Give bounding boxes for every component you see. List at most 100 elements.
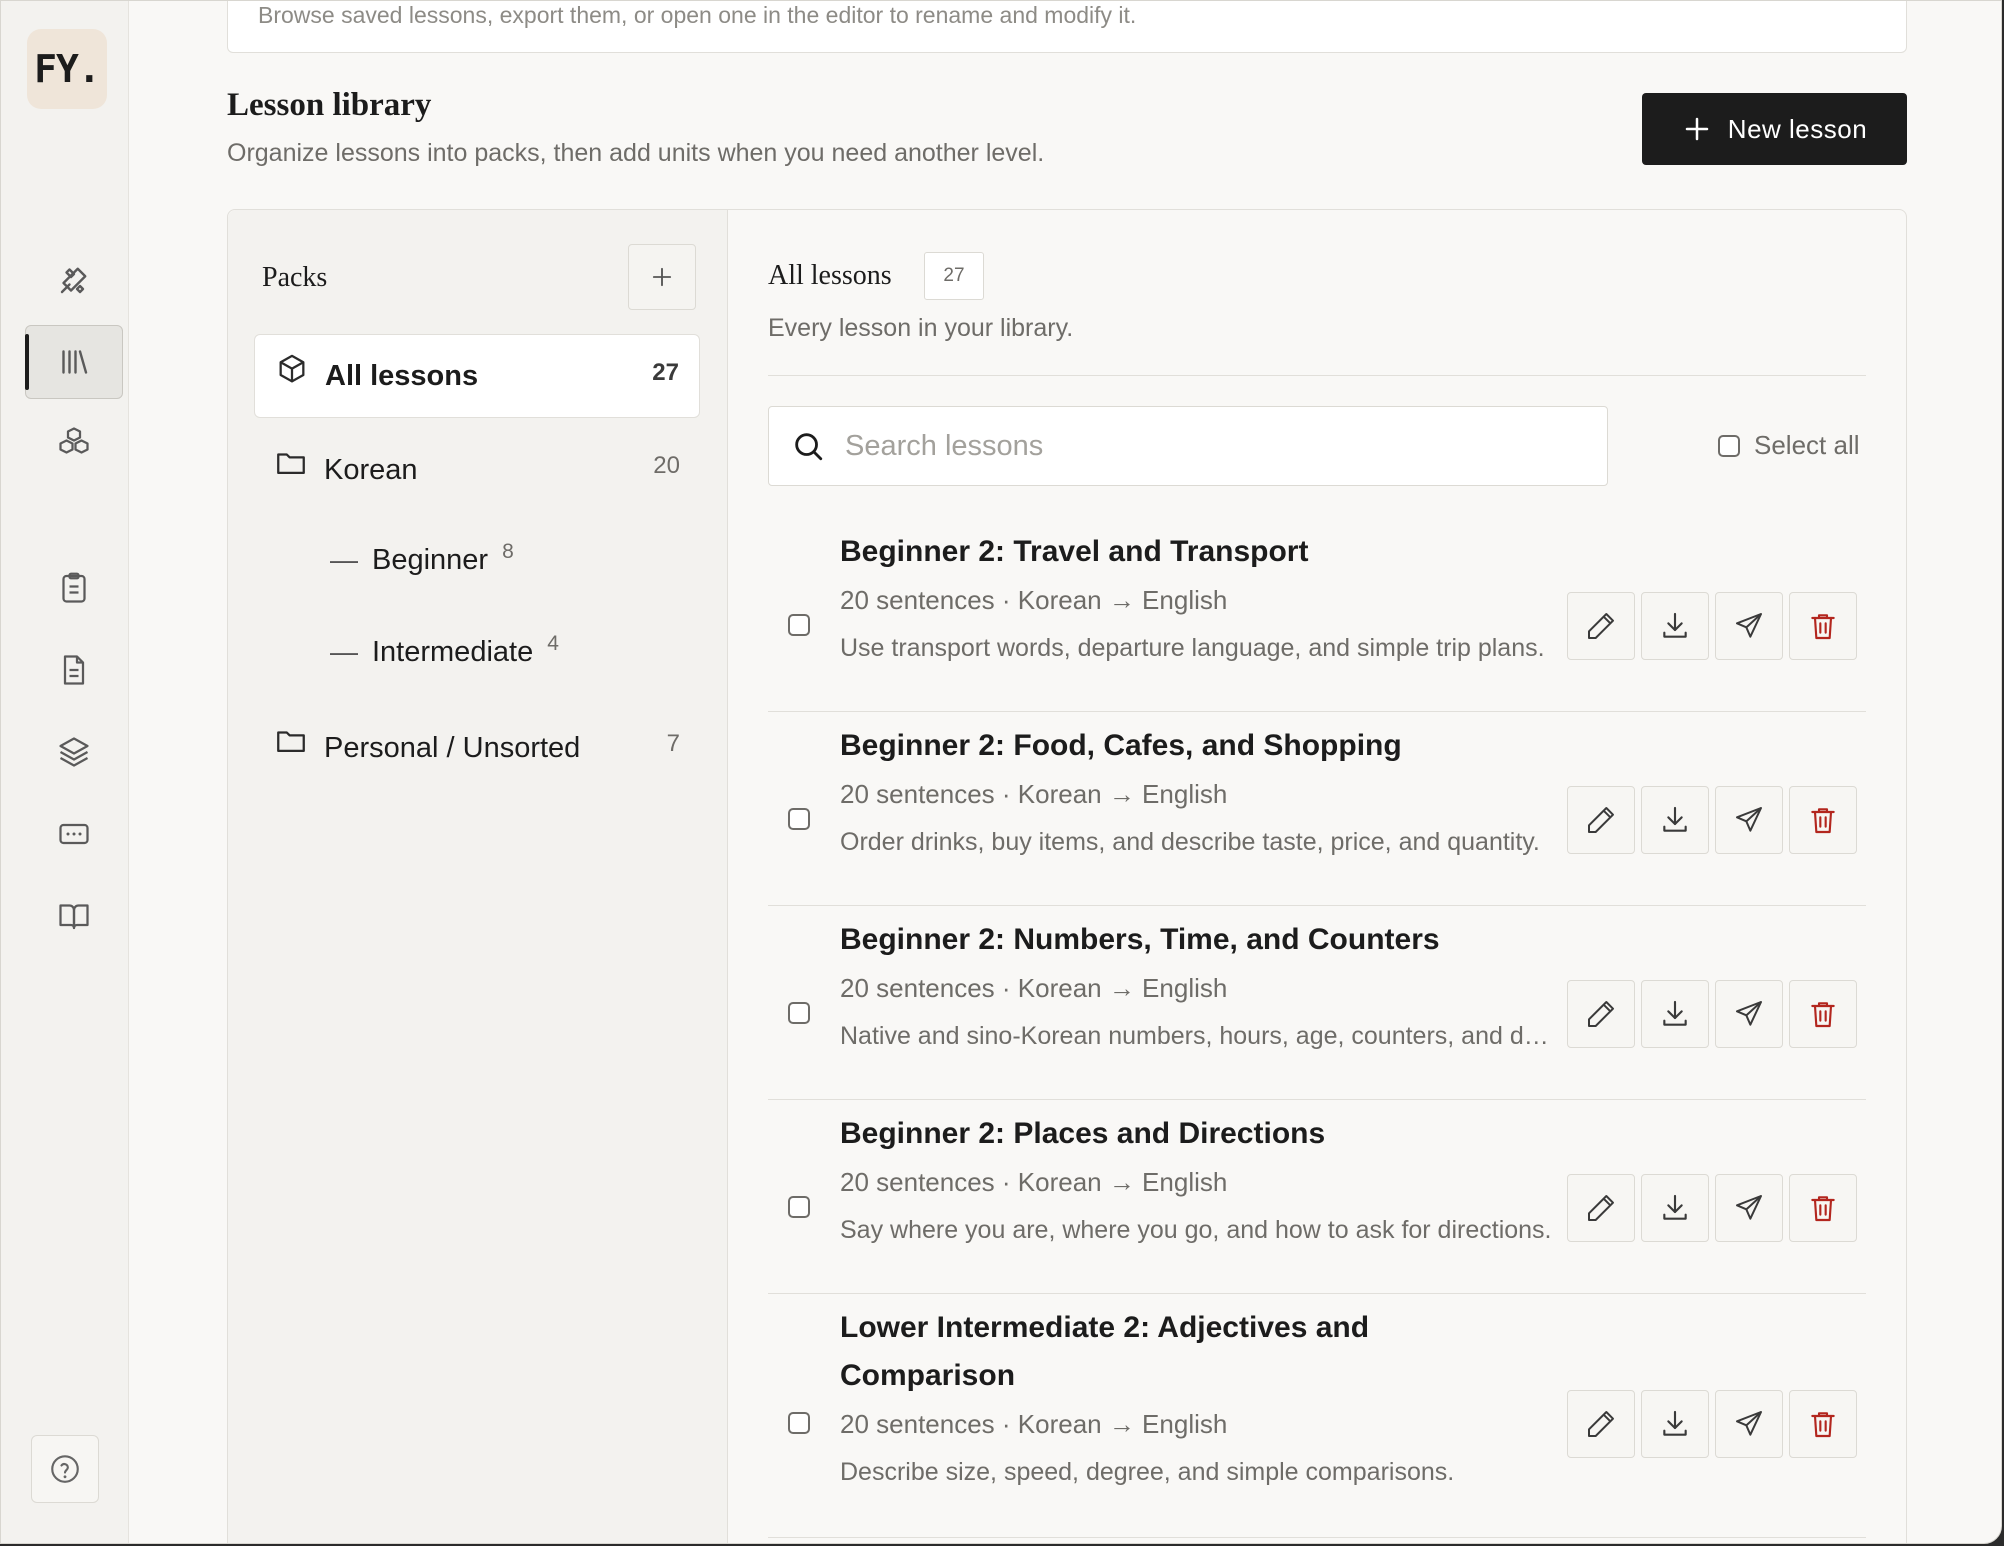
- lesson-checkbox[interactable]: [788, 1002, 810, 1024]
- rail-book-button[interactable]: [25, 879, 123, 953]
- lesson-row[interactable]: Beginner 2: Food, Cafes, and Shopping 20…: [768, 712, 1866, 906]
- send-lesson-button[interactable]: [1715, 1174, 1783, 1242]
- rail-layers-button[interactable]: [25, 715, 123, 789]
- lesson-actions: [1567, 592, 1857, 660]
- lesson-actions: [1567, 980, 1857, 1048]
- lesson-description: Say where you are, where you go, and how…: [840, 1216, 1552, 1244]
- send-icon: [1736, 1195, 1762, 1220]
- send-icon: [1736, 1411, 1762, 1436]
- lesson-description: Describe size, speed, degree, and simple…: [840, 1458, 1455, 1486]
- lesson-row[interactable]: Beginner 2: Numbers, Time, and Counters …: [768, 906, 1866, 1100]
- lesson-meta: 20 sentences · Korean → English: [840, 585, 1228, 615]
- unit-item-intermediate[interactable]: — Intermediate 4: [330, 632, 559, 686]
- trash-icon: [1811, 614, 1835, 640]
- nav-rail: FY.: [1, 1, 129, 1543]
- rail-tools-button[interactable]: [25, 243, 123, 317]
- folder-icon: [274, 724, 308, 758]
- download-icon: [1663, 612, 1687, 638]
- lesson-actions: [1567, 1174, 1857, 1242]
- lesson-title[interactable]: Beginner 2: Travel and Transport: [840, 528, 1560, 576]
- export-lesson-button[interactable]: [1641, 786, 1709, 854]
- help-button[interactable]: [31, 1435, 99, 1503]
- pack-label: Personal / Unsorted: [324, 731, 581, 764]
- search-input[interactable]: [845, 429, 1607, 463]
- trash-icon: [1811, 808, 1835, 834]
- export-lesson-button[interactable]: [1641, 980, 1709, 1048]
- unit-count: 8: [502, 540, 514, 563]
- lesson-title[interactable]: Beginner 2: Numbers, Time, and Counters: [840, 916, 1560, 964]
- unit-item-beginner[interactable]: — Beginner 8: [330, 540, 514, 594]
- select-all-checkbox[interactable]: [1718, 434, 1740, 457]
- delete-lesson-button[interactable]: [1789, 592, 1857, 660]
- pack-item-korean[interactable]: Korean 20: [254, 428, 700, 512]
- lesson-checkbox[interactable]: [788, 808, 810, 830]
- lesson-title[interactable]: Beginner 2: Food, Cafes, and Shopping: [840, 722, 1560, 770]
- edit-lesson-button[interactable]: [1567, 592, 1635, 660]
- delete-lesson-button[interactable]: [1789, 1174, 1857, 1242]
- search-box[interactable]: [768, 406, 1608, 486]
- send-icon: [1736, 613, 1762, 638]
- rail-document-button[interactable]: [25, 633, 123, 707]
- send-lesson-button[interactable]: [1715, 1390, 1783, 1458]
- pencil-icon: [1588, 613, 1614, 639]
- edit-lesson-button[interactable]: [1567, 1390, 1635, 1458]
- export-lesson-button[interactable]: [1641, 1390, 1709, 1458]
- delete-lesson-button[interactable]: [1789, 1390, 1857, 1458]
- edit-lesson-button[interactable]: [1567, 786, 1635, 854]
- select-all-label: Select all: [1754, 430, 1860, 460]
- send-lesson-button[interactable]: [1715, 786, 1783, 854]
- library-icon: [62, 350, 88, 374]
- tools-icon: [60, 267, 87, 294]
- lesson-checkbox[interactable]: [788, 1196, 810, 1218]
- send-icon: [1736, 807, 1762, 832]
- lesson-info: Lower Intermediate 2: Adjectives and Com…: [840, 1304, 1480, 1496]
- unit-count: 4: [547, 632, 559, 655]
- lessons-count-badge: 27: [924, 252, 984, 300]
- lesson-row[interactable]: Beginner 2: Travel and Transport 20 sent…: [768, 516, 1866, 712]
- send-lesson-button[interactable]: [1715, 592, 1783, 660]
- delete-lesson-button[interactable]: [1789, 980, 1857, 1048]
- new-lesson-button[interactable]: New lesson: [1642, 93, 1907, 165]
- export-lesson-button[interactable]: [1641, 1174, 1709, 1242]
- unit-dash: —: [330, 544, 358, 575]
- new-lesson-label: New lesson: [1727, 113, 1868, 144]
- rail-keyboard-button[interactable]: [25, 797, 123, 871]
- lesson-info: Beginner 2: Places and Directions 20 sen…: [840, 1110, 1560, 1254]
- rail-clipboard-button[interactable]: [25, 551, 123, 625]
- page-title: Lesson library: [227, 87, 432, 123]
- lesson-row[interactable]: Lower Intermediate 2: Adjectives and Com…: [768, 1294, 1866, 1538]
- packs-sidebar: Packs All lessons 27 Korean 20 — Beginne…: [228, 210, 728, 1543]
- lessons-section: All lessons 27 Every lesson in your libr…: [728, 210, 1908, 1543]
- lesson-meta: 20 sentences · Korean → English: [840, 779, 1228, 809]
- pencil-icon: [1588, 1001, 1614, 1027]
- send-lesson-button[interactable]: [1715, 980, 1783, 1048]
- pack-item-personal-unsorted[interactable]: Personal / Unsorted 7: [254, 706, 700, 790]
- lessons-subtitle: Every lesson in your library.: [768, 314, 1074, 342]
- lesson-title[interactable]: Beginner 2: Places and Directions: [840, 1110, 1560, 1158]
- pack-item-all-lessons[interactable]: All lessons 27: [254, 334, 700, 418]
- pencil-icon: [1588, 1411, 1614, 1437]
- unit-label: Beginner: [372, 544, 489, 576]
- select-all-toggle[interactable]: Select all: [1718, 430, 1860, 461]
- rail-boxes-button[interactable]: [25, 405, 123, 479]
- edit-lesson-button[interactable]: [1567, 1174, 1635, 1242]
- clipboard-icon: [62, 572, 86, 603]
- pencil-icon: [1588, 1195, 1614, 1221]
- lesson-info: Beginner 2: Numbers, Time, and Counters …: [840, 916, 1560, 1060]
- export-lesson-button[interactable]: [1641, 592, 1709, 660]
- lesson-checkbox[interactable]: [788, 614, 810, 636]
- app-logo[interactable]: FY.: [27, 29, 107, 109]
- lesson-title[interactable]: Lower Intermediate 2: Adjectives and Com…: [840, 1304, 1480, 1400]
- trash-icon: [1811, 1412, 1835, 1438]
- lesson-checkbox[interactable]: [788, 1412, 810, 1434]
- delete-lesson-button[interactable]: [1789, 786, 1857, 854]
- lesson-actions: [1567, 1390, 1857, 1458]
- rail-library-button[interactable]: [25, 325, 123, 399]
- lesson-row[interactable]: Beginner 2: Places and Directions 20 sen…: [768, 1100, 1866, 1294]
- lesson-meta: 20 sentences · Korean → English: [840, 1409, 1228, 1439]
- help-circle-icon: [51, 1455, 79, 1483]
- package-icon: [275, 353, 309, 387]
- app-window: FY. Browse saved lessons, export them, o…: [0, 0, 2002, 1544]
- edit-lesson-button[interactable]: [1567, 980, 1635, 1048]
- add-pack-button[interactable]: [628, 244, 696, 310]
